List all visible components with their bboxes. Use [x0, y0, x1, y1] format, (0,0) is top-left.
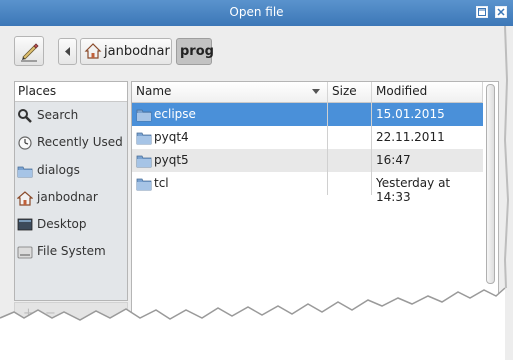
dialog-body: janbodnar prog Places Search Recently Us… [0, 26, 513, 360]
file-modified: Yesterday at 14:33 [376, 176, 451, 204]
pencil-icon [21, 43, 39, 62]
close-button[interactable] [495, 6, 507, 18]
window-title: Open file [229, 5, 284, 19]
column-label: Size [332, 84, 357, 98]
place-label: Recently Used [37, 135, 123, 149]
restore-icon [478, 8, 486, 16]
home-icon [84, 43, 102, 59]
place-item-search[interactable]: Search [15, 103, 127, 127]
file-name: eclipse [154, 107, 196, 121]
home-icon [17, 191, 33, 206]
places-header: Places [15, 82, 127, 102]
type-location-button[interactable] [14, 36, 44, 66]
place-item-dialogs[interactable]: dialogs [15, 158, 127, 182]
add-bookmark-button[interactable]: + [23, 306, 34, 321]
drive-icon [17, 246, 33, 259]
column-header-name[interactable]: Name [132, 82, 328, 103]
restore-button[interactable] [476, 6, 488, 18]
file-row[interactable]: pyqt5 16:47 [132, 149, 483, 172]
place-item-desktop[interactable]: Desktop [15, 212, 127, 236]
place-item-recently-used[interactable]: Recently Used [15, 130, 127, 154]
sort-down-icon [312, 89, 320, 94]
places-sidebar: Places Search Recently Used dialogs janb… [14, 81, 128, 301]
breadcrumb-prog[interactable]: prog [176, 38, 214, 65]
search-icon [18, 109, 32, 123]
place-label: File System [37, 244, 106, 258]
file-list: Name Size Modified eclipse 15.01.2015 py… [131, 81, 499, 321]
file-name: tcl [154, 176, 169, 190]
file-row[interactable]: pyqt4 22.11.2011 [132, 126, 483, 149]
folder-icon [136, 178, 152, 191]
column-separator [371, 103, 372, 195]
breadcrumb-janbodnar[interactable]: janbodnar [80, 38, 172, 65]
place-item-file-system[interactable]: File System [15, 239, 127, 263]
open-file-dialog: Open file janbodnar prog Places Search R… [0, 0, 513, 360]
places-add-remove-bar: + − [14, 302, 128, 326]
file-row[interactable]: tcl Yesterday at 14:33 [132, 172, 483, 204]
close-icon [497, 8, 505, 16]
column-label: Name [136, 84, 172, 98]
breadcrumb-label: janbodnar [104, 44, 170, 59]
path-back-button[interactable] [58, 38, 77, 65]
column-separator [327, 103, 328, 195]
place-label: dialogs [37, 163, 80, 177]
folder-icon [136, 132, 152, 145]
desktop-icon [17, 218, 33, 231]
folder-icon [17, 166, 33, 178]
column-label: Modified [376, 84, 428, 98]
column-header-modified[interactable]: Modified [372, 82, 483, 103]
chevron-left-icon [65, 47, 70, 56]
file-row[interactable]: eclipse 15.01.2015 [132, 103, 483, 126]
file-modified: 15.01.2015 [376, 107, 445, 121]
file-modified: 16:47 [376, 153, 411, 167]
file-name: pyqt4 [154, 130, 189, 144]
place-label: Search [37, 108, 79, 122]
clock-icon [18, 136, 32, 150]
breadcrumb-label: prog [180, 44, 214, 59]
file-list-scrollbar[interactable] [486, 84, 495, 284]
file-name: pyqt5 [154, 153, 189, 167]
folder-icon [136, 109, 152, 122]
title-bar[interactable]: Open file [0, 0, 513, 26]
places-header-label: Places [18, 84, 57, 98]
file-modified: 22.11.2011 [376, 130, 445, 144]
remove-bookmark-button[interactable]: − [45, 306, 56, 321]
column-header-size[interactable]: Size [328, 82, 372, 103]
place-label: Desktop [37, 217, 87, 231]
place-item-janbodnar[interactable]: janbodnar [15, 185, 127, 209]
folder-icon [136, 155, 152, 168]
place-label: janbodnar [37, 190, 98, 204]
